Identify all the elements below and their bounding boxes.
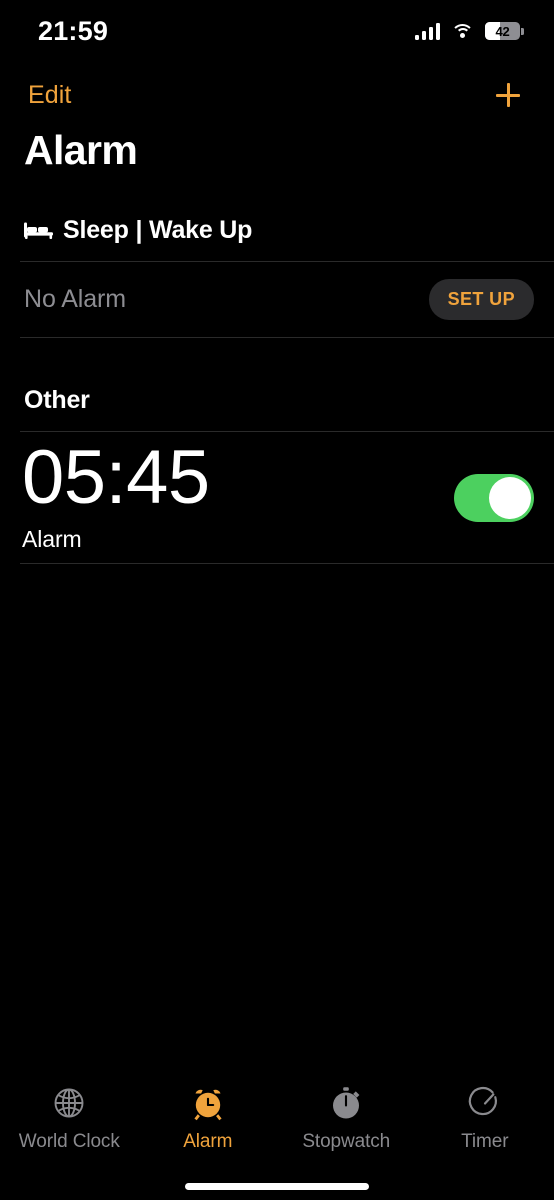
divider-below-sleep-row	[20, 337, 554, 338]
stopwatch-icon	[333, 1087, 360, 1119]
status-bar-clock: 21:59	[38, 15, 109, 46]
globe-icon	[54, 1088, 84, 1118]
alarm-info: 05:45 Alarm	[22, 435, 210, 553]
tab-label-stopwatch: Stopwatch	[302, 1131, 391, 1152]
bed-icon	[24, 222, 53, 239]
divider-below-alarm-row	[20, 563, 554, 564]
tab-bar: World Clock Alarm Stopwatch Timer	[0, 1068, 554, 1200]
sleep-alarm-status: No Alarm	[24, 284, 127, 313]
sleep-section-header: Sleep | Wake Up	[24, 216, 252, 245]
tab-alarm[interactable]: Alarm	[139, 1082, 278, 1153]
sleep-alarm-row[interactable]: No Alarm SET UP	[0, 262, 554, 336]
alarm-toggle[interactable]	[454, 473, 534, 522]
sleep-section-title: Sleep | Wake Up	[63, 216, 253, 244]
tab-label-world-clock: World Clock	[18, 1131, 120, 1152]
tab-stopwatch[interactable]: Stopwatch	[277, 1082, 416, 1153]
status-bar: 21:59 42	[0, 0, 554, 62]
tab-label-alarm: Alarm	[183, 1131, 233, 1152]
alarm-time: 05:45	[22, 435, 210, 521]
page-title: Alarm	[24, 127, 138, 173]
timer-icon	[468, 1086, 497, 1116]
battery-percent-label: 42	[495, 23, 510, 39]
wifi-icon	[451, 23, 474, 40]
clock-app-screen: 21:59 42 Edit Alarm Sleep | Wake Up No A…	[0, 0, 554, 1200]
toggle-knob	[489, 476, 531, 519]
navigation-bar: Edit	[0, 70, 554, 120]
battery-icon: 42	[485, 22, 524, 40]
other-section-title: Other	[24, 386, 90, 414]
tab-label-timer: Timer	[461, 1131, 509, 1152]
add-alarm-button[interactable]	[486, 73, 530, 117]
set-up-button[interactable]: SET UP	[428, 278, 534, 320]
alarm-clock-icon	[194, 1089, 222, 1121]
alarm-row[interactable]: 05:45 Alarm	[0, 432, 554, 563]
alarm-label: Alarm	[22, 525, 82, 552]
tab-timer[interactable]: Timer	[416, 1082, 554, 1153]
cellular-signal-icon	[414, 22, 440, 40]
status-bar-indicators: 42	[414, 22, 524, 40]
home-indicator[interactable]	[185, 1183, 369, 1190]
tab-world-clock[interactable]: World Clock	[0, 1082, 139, 1153]
edit-button[interactable]: Edit	[24, 79, 75, 112]
